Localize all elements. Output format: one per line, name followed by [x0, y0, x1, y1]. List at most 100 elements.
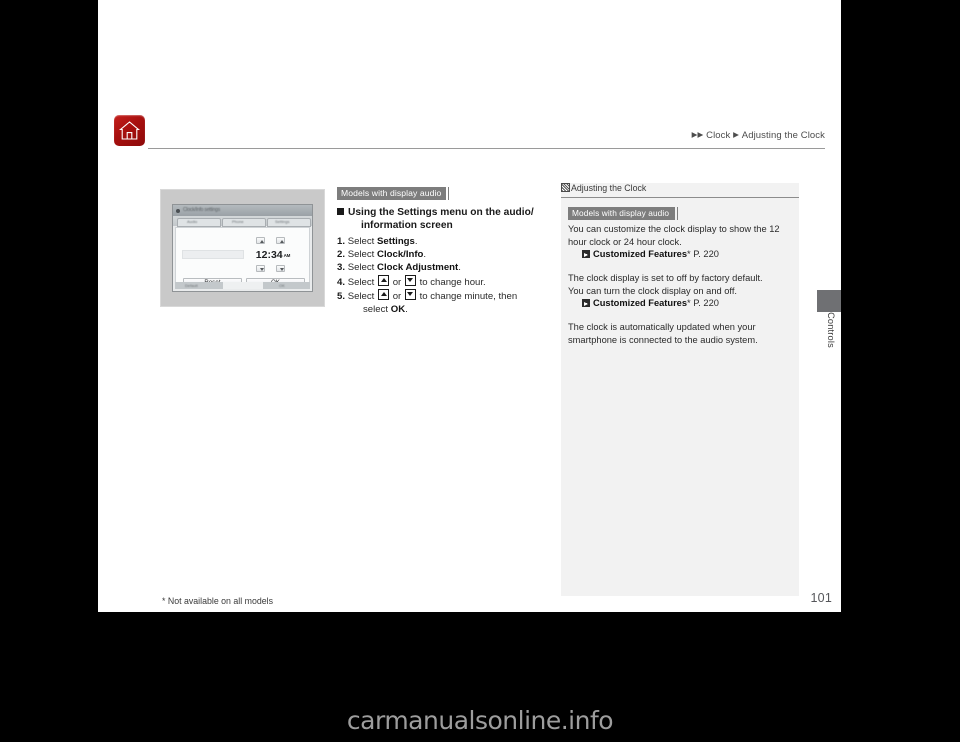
footnote: * Not available on all models — [162, 596, 274, 606]
sidebar-reference-2[interactable]: Customized Features* P. 220 — [582, 298, 792, 308]
device-dialog-body: 12:34AM Reset OK — [175, 227, 310, 289]
sidebar-title-text: Adjusting the Clock — [571, 183, 647, 193]
sidebar-title: Adjusting the Clock — [561, 183, 799, 198]
breadcrumb-item-clock[interactable]: Clock — [706, 130, 730, 141]
section-heading-line-2: information screen — [361, 220, 453, 231]
clock-meridiem: AM — [283, 253, 291, 258]
sidebar-ref-1-page: P. 220 — [690, 249, 719, 260]
up-arrow-key-icon[interactable] — [378, 274, 390, 286]
clock-display: 12:34AM — [242, 249, 304, 261]
minute-down-button[interactable] — [276, 265, 285, 272]
device-tab-1-label: Audio — [187, 218, 198, 224]
step-item-2: 2. Select Clock/Info. — [337, 248, 547, 261]
device-title-text: Clock/Info settings — [183, 207, 221, 213]
sidebar-para-2-line-2: You can turn the clock display on and of… — [568, 285, 738, 296]
up-arrow-key-icon[interactable] — [378, 288, 390, 300]
sidebar-note-icon — [561, 183, 570, 192]
sidebar-paragraph-1: You can customize the clock display to s… — [568, 223, 792, 248]
sidebar-body: Models with display audio You can custom… — [568, 203, 792, 347]
breadcrumb-arrow-2: ▶ — [697, 130, 704, 139]
step-item-5: 5. Select or to change minute, then sele… — [337, 288, 547, 316]
device-tab-2[interactable] — [222, 218, 266, 227]
step-5-number: 5. — [337, 290, 346, 302]
sidebar-ref-2-page: P. 220 — [690, 298, 719, 309]
figure-display-audio-screenshot: Clock/Info settings Audio Phone Settings — [160, 189, 325, 307]
step-5-pre: Select — [347, 290, 378, 302]
down-arrow-key-icon[interactable] — [404, 288, 416, 300]
models-with-display-audio-banner: Models with display audio — [337, 186, 449, 200]
home-glyph — [119, 121, 140, 140]
device-footer-left-seg — [175, 282, 223, 289]
sidebar-ref-1-label: Customized Features — [593, 249, 688, 260]
step-1-pre: Select — [347, 236, 378, 247]
section-heading: Using the Settings menu on the audio/ in… — [337, 206, 547, 232]
sidebar-ref-2-label: Customized Features — [593, 298, 688, 309]
device-tab-2-label: Phone — [232, 218, 244, 224]
down-arrow-key-icon[interactable] — [404, 274, 416, 286]
reference-arrow-icon — [582, 299, 590, 308]
screenshot-stage: ▶▶ Clock ▶ Adjusting the Clock Clock/Inf… — [0, 0, 960, 742]
clock-hour: 12 — [255, 249, 268, 261]
device-tab-1[interactable] — [177, 218, 221, 227]
home-icon[interactable] — [114, 115, 145, 146]
watermark: carmanualsonline.info — [346, 706, 614, 735]
device-footer-left-label: Default — [185, 282, 198, 288]
minute-up-button[interactable] — [276, 237, 285, 244]
step-1-number: 1. — [337, 236, 346, 247]
sidebar-reference-1[interactable]: Customized Features* P. 220 — [582, 249, 792, 259]
section-heading-line-1: Using the Settings menu on the audio/ — [348, 207, 534, 218]
instructions-column: Models with display audio Using the Sett… — [337, 183, 547, 316]
step-3-post: . — [458, 262, 461, 274]
device-tab-3-label: Settings — [275, 218, 290, 224]
breadcrumb-arrow-3: ▶ — [733, 130, 740, 139]
device-screen: Clock/Info settings Audio Phone Settings — [172, 204, 313, 292]
clock-minute: 34 — [270, 249, 283, 261]
sidebar-models-banner: Models with display audio — [568, 206, 678, 220]
sidebar-para-1-line-1: You can customize the clock display to s… — [568, 224, 780, 234]
sidebar-paragraph-2: The clock display is set to off by facto… — [568, 272, 792, 297]
sidebar-para-1-line-2: hour clock or 24 hour clock. — [568, 236, 682, 247]
step-5-continuation: select OK. — [350, 303, 547, 316]
step-item-1: 1. Select Settings. — [337, 235, 547, 248]
step-2-pre: Select — [347, 249, 378, 261]
step-5-cont-post: . — [405, 304, 408, 316]
step-5-post: to change minute, then — [416, 290, 518, 302]
header-divider — [148, 148, 825, 149]
sidebar-notes-panel: Adjusting the Clock Models with display … — [561, 183, 799, 596]
page-number: 101 — [810, 591, 832, 605]
step-item-3: 3. Select Clock Adjustment. — [337, 261, 547, 274]
device-footer-right-label: OK — [279, 282, 285, 288]
device-tab-row: Audio Phone Settings — [173, 216, 312, 227]
chapter-thumb-label: Controls — [826, 312, 836, 348]
device-placeholder-field — [182, 250, 244, 259]
step-3-bold: Clock Adjustment — [377, 262, 459, 274]
breadcrumb: ▶▶ Clock ▶ Adjusting the Clock — [518, 130, 825, 141]
step-4-mid: or — [390, 276, 404, 288]
steps-list: 1. Select Settings. 2. Select Clock/Info… — [337, 235, 547, 316]
black-square-bullet-icon — [337, 208, 344, 215]
sidebar-para-2-line-1: The clock display is set to off by facto… — [568, 273, 763, 284]
device-footer-right-seg — [263, 282, 310, 289]
step-1-post: . — [414, 236, 418, 247]
hour-down-button[interactable] — [256, 265, 265, 272]
step-5-cont-pre: select — [363, 304, 391, 316]
step-4-post: to change hour. — [416, 276, 486, 288]
step-3-number: 3. — [337, 262, 346, 274]
step-3-pre: Select — [347, 262, 378, 274]
breadcrumb-item-adjusting-the-clock[interactable]: Adjusting the Clock — [742, 130, 825, 141]
sidebar-paragraph-3: The clock is automatically updated when … — [568, 321, 792, 346]
step-4-pre: Select — [347, 276, 378, 288]
reference-arrow-icon — [582, 250, 590, 259]
manual-page: ▶▶ Clock ▶ Adjusting the Clock Clock/Inf… — [98, 0, 841, 612]
sidebar-para-3-line-2: smartphone is connected to the audio sys… — [568, 334, 758, 345]
device-footer-mid-seg — [223, 282, 263, 289]
step-item-4: 4. Select or to change hour. — [337, 274, 547, 289]
sidebar-para-3-line-1: The clock is automatically updated when … — [568, 322, 756, 333]
hour-up-button[interactable] — [256, 237, 265, 244]
device-status-dot-icon — [176, 208, 180, 213]
step-2-number: 2. — [337, 249, 346, 261]
step-1-bold: Settings — [377, 236, 415, 247]
step-4-number: 4. — [337, 276, 346, 288]
